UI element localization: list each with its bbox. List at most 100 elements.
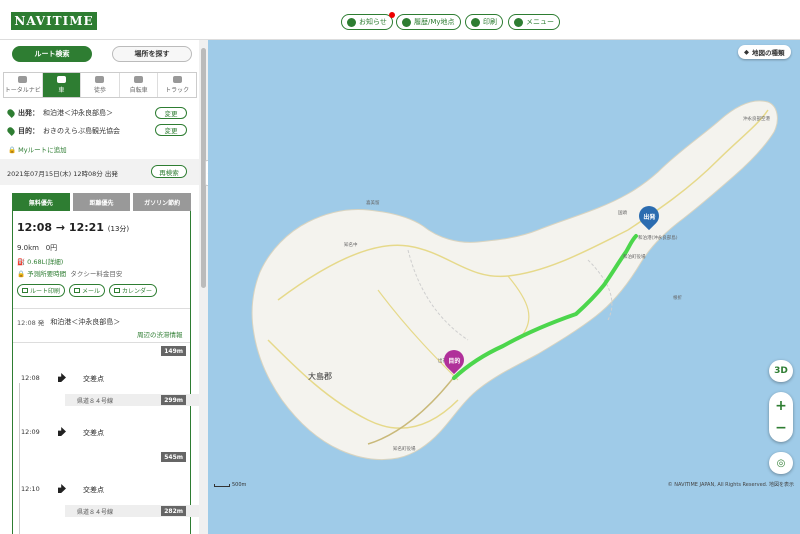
predicted-time-link[interactable]: 予測所要時間	[27, 270, 66, 278]
my-route-label: Myルートに追加	[18, 146, 67, 154]
map-label: 和泊町役場	[623, 255, 646, 260]
map[interactable]: 和泊港(沖永良部島) 和泊町役場 知名町役場 沖永良部空港 喜美留 国頭 知名中…	[208, 40, 800, 534]
mode-car[interactable]: 車	[42, 73, 82, 97]
scale-label: 500m	[232, 482, 247, 488]
goal-pin-label: 目的	[447, 357, 461, 365]
tab-gas-saving[interactable]: ガソリン節約	[133, 193, 192, 211]
change-origin-button[interactable]: 変更	[155, 107, 187, 119]
pin-icon	[6, 108, 16, 118]
depart-time: 12:08	[17, 221, 53, 234]
3d-button[interactable]: 3D	[769, 360, 793, 382]
globe-icon	[18, 76, 28, 83]
mode-label: トータルナビ	[4, 87, 41, 94]
taxi-fare-link[interactable]: タクシー料金目安	[70, 270, 122, 278]
mode-walk[interactable]: 徒歩	[81, 73, 120, 97]
zoom-control: + −	[769, 392, 793, 442]
mode-truck[interactable]: トラック	[158, 73, 196, 97]
turn-right-icon	[58, 373, 66, 382]
distance-price: 9.0km 0円	[17, 243, 57, 253]
menu-button[interactable]: メニュー	[508, 14, 560, 30]
sidebar: ルート検索 場所を探す トータルナビ 車 徒歩 自転車 トラック 出発： 和泊港…	[0, 40, 208, 534]
scale-bar	[214, 483, 230, 487]
add-my-route-link[interactable]: 🔒 Myルートに追加	[8, 144, 67, 154]
tab-place-search[interactable]: 場所を探す	[112, 46, 192, 62]
arrow: →	[55, 221, 66, 234]
divider	[13, 342, 190, 343]
walk-icon	[95, 76, 105, 83]
step-time: 12:10	[21, 485, 40, 493]
fuel-link[interactable]: ⛽ 0.68L(詳細)	[17, 256, 63, 266]
route-result: 12:08 → 12:21 (13分) 9.0km 0円 ⛽ 0.68L(詳細)…	[12, 211, 205, 534]
research-button[interactable]: 再検索	[151, 165, 187, 178]
map-scale: 500m	[214, 482, 246, 488]
map-type-button[interactable]: ◆ 地図の種類	[738, 45, 791, 59]
mode-total-navi[interactable]: トータルナビ	[4, 73, 43, 97]
mail-icon	[74, 288, 81, 293]
distance-tag: 282m	[161, 506, 186, 516]
calendar-icon	[114, 288, 121, 293]
distance-tag: 299m	[161, 395, 186, 405]
tab-route-search[interactable]: ルート検索	[12, 46, 92, 62]
step-time: 12:08	[21, 374, 40, 382]
step-time: 12:09	[21, 428, 40, 436]
route-print-button[interactable]: ルート印刷	[17, 284, 66, 297]
map-label: 喜美留	[366, 201, 380, 206]
pin-icon	[6, 126, 16, 136]
navitime-logo[interactable]: NAVITIME	[11, 12, 97, 30]
locate-icon: ◎	[776, 457, 786, 469]
bicycle-icon	[134, 76, 144, 83]
history-label: 履歴/My地点	[414, 18, 455, 26]
duration: (13分)	[107, 225, 130, 233]
mode-bicycle[interactable]: 自転車	[120, 73, 159, 97]
datetime-bar: 2021年07月15日(木) 12時08分 出発 再検索	[0, 159, 199, 185]
print-button[interactable]: 印刷	[465, 14, 503, 30]
calendar-label: カレンダー	[122, 288, 153, 295]
route-line	[19, 383, 20, 534]
mail-button[interactable]: メール	[69, 284, 106, 297]
layers-icon: ◆	[744, 48, 749, 56]
zoom-in-button[interactable]: +	[775, 395, 787, 417]
map-label: 根折	[673, 296, 682, 301]
route-print-label: ルート印刷	[30, 288, 61, 295]
district-label: 大島郡	[308, 372, 332, 381]
car-icon	[56, 76, 66, 83]
island-shape	[251, 100, 778, 461]
datetime-text: 2021年07月15日(木) 12時08分 出発	[7, 170, 118, 178]
current-location-button[interactable]: ◎	[769, 452, 793, 474]
zoom-out-button[interactable]: −	[775, 417, 787, 439]
mode-label: 徒歩	[93, 87, 106, 94]
start-time: 12:08 発	[17, 319, 45, 327]
fuel-value: 0.68L(詳細)	[27, 258, 64, 266]
origin-row: 出発： 和泊港＜沖永良部島＞	[6, 108, 113, 118]
sidebar-scrollbar[interactable]	[199, 40, 208, 534]
dest-value: おきのえらぶ島観光協会	[43, 127, 120, 135]
mail-label: メール	[82, 288, 101, 295]
map-type-label: 地図の種類	[752, 49, 785, 57]
search-tabs: ルート検索 場所を探す	[12, 46, 192, 62]
map-label: 国頭	[618, 211, 627, 216]
route-tabs: 無料優先 距離優先 ガソリン節約	[12, 193, 192, 211]
history-button[interactable]: 履歴/My地点	[396, 14, 461, 30]
step-name[interactable]: 交差点	[83, 374, 104, 384]
step-name[interactable]: 交差点	[83, 428, 104, 438]
news-button[interactable]: お知らせ	[341, 12, 395, 30]
calendar-button[interactable]: カレンダー	[109, 284, 158, 297]
start-name[interactable]: 和泊港＜沖永良部島＞	[50, 317, 120, 327]
nearby-traffic-link[interactable]: 周辺の渋滞情報	[137, 329, 183, 339]
destination-row: 目的： おきのえらぶ島観光協会	[6, 126, 120, 136]
origin-label: 出発：	[18, 109, 39, 117]
copyright: © NAVITIME JAPAN, All Rights Reserved. 地…	[667, 482, 794, 488]
map-label: 和泊港(沖永良部島)	[638, 236, 678, 241]
tab-distance-priority[interactable]: 距離優先	[72, 193, 131, 211]
user-icon	[514, 17, 523, 27]
map-label: 知名中	[344, 243, 358, 248]
turn-left-icon	[58, 484, 66, 493]
print-icon	[471, 17, 480, 27]
price: 0円	[45, 244, 58, 252]
step-name[interactable]: 交差点	[83, 485, 104, 495]
news-label: お知らせ	[359, 18, 387, 26]
menu-label: メニュー	[526, 18, 554, 26]
change-destination-button[interactable]: 変更	[155, 124, 187, 136]
tab-free-priority[interactable]: 無料優先	[12, 193, 70, 211]
route-times: 12:08 → 12:21 (13分)	[17, 221, 129, 234]
